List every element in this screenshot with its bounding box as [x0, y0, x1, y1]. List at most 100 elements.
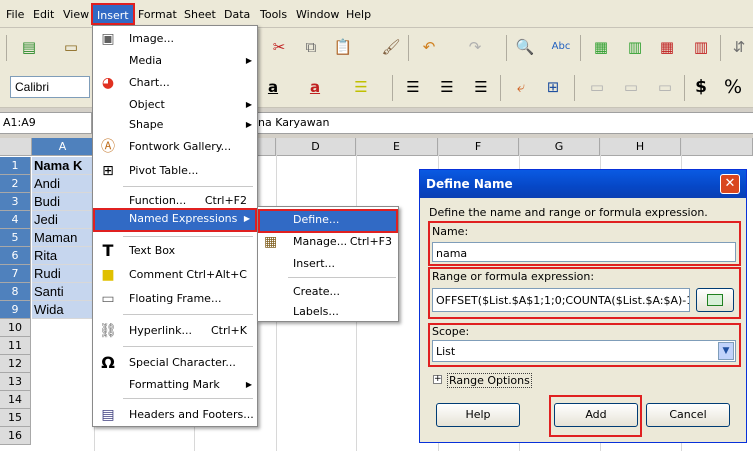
column-header-i[interactable]: [681, 138, 753, 156]
cell-a9[interactable]: Wida: [32, 301, 94, 319]
row-header[interactable]: 2: [0, 175, 31, 193]
highlight-color-icon[interactable]: ☰: [350, 76, 372, 98]
align-middle-icon[interactable]: ▭: [620, 76, 642, 98]
find-replace-icon[interactable]: 🔍: [514, 36, 536, 58]
menu-data[interactable]: Data: [224, 8, 250, 21]
cell-a6[interactable]: Rita: [32, 247, 94, 265]
font-name-input[interactable]: Calibri: [10, 76, 90, 98]
scope-select[interactable]: List ▼: [432, 340, 736, 362]
corner-header[interactable]: [0, 138, 32, 156]
cancel-button[interactable]: Cancel: [646, 403, 730, 427]
menu-item-comment[interactable]: ■ Comment Ctrl+Alt+C: [93, 264, 257, 286]
column-header-a[interactable]: A: [32, 138, 94, 156]
row-header[interactable]: 11: [0, 337, 31, 355]
submenu-item-labels[interactable]: Labels...: [258, 301, 398, 323]
delete-column-icon[interactable]: ▥: [690, 36, 712, 58]
align-center-icon[interactable]: ☰: [436, 76, 458, 98]
menu-item-chart[interactable]: ◕ Chart...: [93, 72, 257, 94]
align-top-icon[interactable]: ▭: [586, 76, 608, 98]
row-header[interactable]: 9: [0, 301, 31, 319]
new-document-icon[interactable]: ▤: [18, 36, 40, 58]
paste-icon[interactable]: 📋: [332, 36, 354, 58]
row-header[interactable]: 5: [0, 229, 31, 247]
range-options-toggle[interactable]: + Range Options: [433, 373, 533, 388]
menu-item-special-character[interactable]: Ω Special Character...: [93, 352, 257, 374]
copy-icon[interactable]: ⧉: [300, 36, 322, 58]
menu-item-formatting-mark[interactable]: Formatting Mark ▶: [93, 374, 257, 396]
clone-formatting-icon[interactable]: 🖌: [380, 36, 402, 58]
cell-a1[interactable]: Nama K: [32, 157, 94, 175]
redo-icon[interactable]: ↷: [464, 36, 486, 58]
row-header[interactable]: 7: [0, 265, 31, 283]
menu-tools[interactable]: Tools: [260, 8, 287, 21]
menu-item-headers-footers[interactable]: ▤ Headers and Footers...: [93, 404, 257, 426]
menu-item-floating-frame[interactable]: ▭ Floating Frame...: [93, 288, 257, 310]
row-header[interactable]: 4: [0, 211, 31, 229]
column-header-d[interactable]: D: [276, 138, 356, 156]
row-header[interactable]: 16: [0, 427, 31, 445]
column-header-g[interactable]: G: [519, 138, 600, 156]
menu-item-object[interactable]: Object ▶: [93, 94, 257, 116]
currency-format-icon[interactable]: $: [690, 76, 712, 98]
menu-insert[interactable]: Insert: [91, 3, 135, 25]
insert-column-icon[interactable]: ▥: [624, 36, 646, 58]
cell-a2[interactable]: Andi: [32, 175, 94, 193]
column-header-f[interactable]: F: [438, 138, 519, 156]
undo-icon[interactable]: ↶: [418, 36, 440, 58]
align-bottom-icon[interactable]: ▭: [654, 76, 676, 98]
menu-edit[interactable]: Edit: [33, 8, 54, 21]
formula-input[interactable]: na Karyawan: [258, 116, 329, 129]
align-right-icon[interactable]: ☰: [470, 76, 492, 98]
menu-format[interactable]: Format: [138, 8, 177, 21]
add-button[interactable]: Add: [554, 403, 638, 427]
menu-item-hyperlink[interactable]: ⛓ Hyperlink... Ctrl+K: [93, 320, 257, 342]
submenu-item-insert[interactable]: Insert...: [258, 253, 398, 275]
row-header[interactable]: 8: [0, 283, 31, 301]
open-folder-icon[interactable]: ▭: [60, 36, 82, 58]
cell-a8[interactable]: Santi: [32, 283, 94, 301]
submenu-item-manage[interactable]: ▦ Manage... Ctrl+F3: [258, 231, 398, 253]
cell-a5[interactable]: Maman: [32, 229, 94, 247]
row-header[interactable]: 15: [0, 409, 31, 427]
delete-row-icon[interactable]: ▦: [656, 36, 678, 58]
menu-item-image[interactable]: ▣ Image...: [93, 28, 257, 50]
column-header-h[interactable]: H: [600, 138, 681, 156]
menu-item-named-expressions[interactable]: Named Expressions ▶: [93, 208, 257, 232]
row-header[interactable]: 3: [0, 193, 31, 211]
menu-view[interactable]: View: [63, 8, 89, 21]
column-header-e[interactable]: E: [356, 138, 438, 156]
spelling-icon[interactable]: Abc: [550, 36, 572, 58]
cell-a4[interactable]: Jedi: [32, 211, 94, 229]
help-button[interactable]: Help: [436, 403, 520, 427]
cell-a7[interactable]: Rudi: [32, 265, 94, 283]
menu-sheet[interactable]: Sheet: [184, 8, 216, 21]
cell-a3[interactable]: Budi: [32, 193, 94, 211]
menu-file[interactable]: File: [6, 8, 24, 21]
menu-item-text-box[interactable]: T Text Box: [93, 240, 257, 262]
row-header[interactable]: 14: [0, 391, 31, 409]
close-icon[interactable]: ✕: [720, 174, 740, 194]
menu-item-pivot-table[interactable]: ⊞ Pivot Table...: [93, 160, 257, 182]
menu-item-shape[interactable]: Shape ▶: [93, 114, 257, 136]
name-input[interactable]: nama: [432, 242, 736, 262]
shrink-button[interactable]: [696, 288, 734, 312]
font-color-icon[interactable]: a: [304, 76, 326, 98]
menu-help[interactable]: Help: [346, 8, 371, 21]
row-header[interactable]: 12: [0, 355, 31, 373]
menu-window[interactable]: Window: [296, 8, 339, 21]
menu-item-fontwork[interactable]: Ⓐ Fontwork Gallery...: [93, 136, 257, 158]
insert-row-icon[interactable]: ▦: [590, 36, 612, 58]
cut-icon[interactable]: ✂: [268, 36, 290, 58]
merge-cells-icon[interactable]: ⊞: [542, 76, 564, 98]
menu-item-media[interactable]: Media ▶: [93, 50, 257, 72]
row-header[interactable]: 13: [0, 373, 31, 391]
name-box[interactable]: A1:A9: [0, 113, 92, 133]
row-header[interactable]: 10: [0, 319, 31, 337]
row-header[interactable]: 6: [0, 247, 31, 265]
percent-format-icon[interactable]: %: [722, 76, 744, 98]
wrap-text-icon[interactable]: ⤶: [510, 76, 532, 98]
submenu-item-define[interactable]: Define...: [258, 209, 398, 233]
align-left-icon[interactable]: ☰: [402, 76, 424, 98]
submenu-item-create[interactable]: Create...: [258, 281, 398, 303]
underline-icon[interactable]: a: [262, 76, 284, 98]
